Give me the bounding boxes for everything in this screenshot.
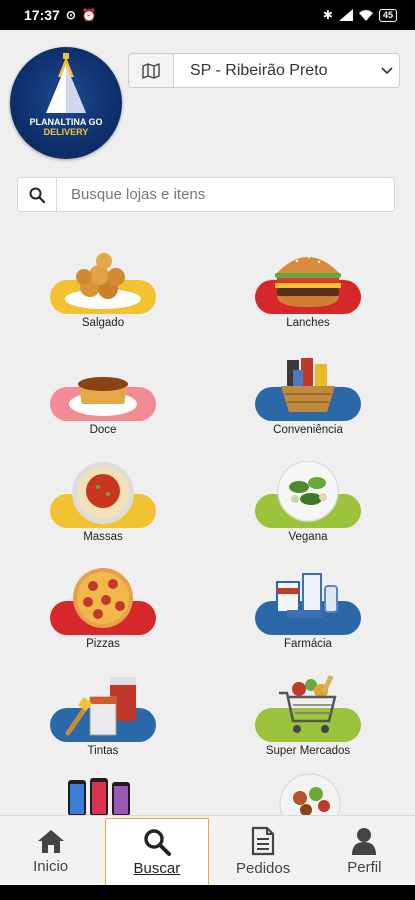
basket-icon	[281, 358, 335, 412]
category-label: Farmácia	[284, 638, 332, 650]
category-label: Vegana	[288, 531, 328, 543]
category-label: Massas	[83, 531, 123, 543]
tab-inicio[interactable]: Inicio	[0, 816, 101, 886]
city-select[interactable]: SP - Ribeirão Preto	[128, 53, 400, 88]
battery-icon: 45	[378, 8, 397, 22]
salad-icon	[277, 461, 339, 522]
category-label: Salgado	[81, 317, 125, 329]
map-icon	[129, 54, 174, 87]
pharmacy-icon	[276, 573, 338, 618]
user-icon	[352, 827, 377, 855]
system-nav-bar	[0, 885, 415, 900]
phones-icon	[68, 778, 130, 816]
tab-label: Inicio	[33, 857, 69, 875]
category-label: Super Mercados	[265, 745, 351, 757]
pudding-icon	[69, 377, 137, 416]
home-icon	[37, 829, 64, 853]
bluetooth-icon: ✱	[322, 8, 333, 22]
status-bar: 17:37 ⊙ ⏰ ✱ 45	[0, 0, 415, 30]
category-label: Tintas	[87, 745, 119, 757]
category-label: Doce	[89, 424, 117, 436]
search-bar[interactable]	[17, 177, 395, 212]
pasta-icon	[72, 462, 134, 524]
city-select-value: SP - Ribeirão Preto	[190, 61, 328, 79]
search-icon	[144, 828, 171, 856]
tab-label: Buscar	[133, 859, 181, 877]
document-icon	[252, 826, 275, 855]
category-salgado[interactable]: Salgado	[50, 247, 160, 343]
pizza-icon	[73, 568, 133, 628]
logo-monument-icon	[46, 53, 86, 113]
food-plate-icon	[279, 773, 341, 816]
logo-subtitle: DELIVERY	[43, 127, 89, 137]
category-label: Conveniência	[273, 424, 343, 436]
category-massas[interactable]: Massas	[50, 461, 160, 557]
tab-buscar[interactable]: Buscar	[105, 818, 209, 886]
tab-perfil[interactable]: Perfil	[314, 816, 415, 886]
paint-icon	[65, 677, 136, 736]
category-doce[interactable]: Doce	[50, 354, 160, 450]
category-farmacia[interactable]: Farmácia	[255, 568, 365, 664]
chevron-down-icon	[375, 66, 399, 75]
search-icon	[18, 178, 57, 211]
bottom-nav: Inicio Buscar Pedidos Perfil	[0, 815, 415, 886]
cart-icon	[279, 675, 337, 733]
logo-title: PLANALTINA GO	[29, 117, 103, 127]
search-input[interactable]	[57, 185, 394, 204]
tab-label: Pedidos	[236, 859, 291, 877]
status-time: 17:37	[24, 7, 60, 23]
category-super-mercados[interactable]: Super Mercados	[255, 675, 365, 771]
category-conveniencia[interactable]: Conveniência	[255, 354, 365, 450]
burger-icon	[275, 255, 341, 307]
category-lanches[interactable]: Lanches	[255, 247, 365, 343]
app-logo: PLANALTINA GO DELIVERY	[10, 47, 122, 159]
salgado-icon	[65, 253, 141, 309]
alarm-icon: ⏰	[81, 8, 97, 22]
category-pizzas[interactable]: Pizzas	[50, 568, 160, 664]
notification-icon: ⊙	[65, 8, 76, 22]
category-vegana[interactable]: Vegana	[255, 461, 365, 557]
category-tintas[interactable]: Tintas	[50, 675, 160, 771]
app-screen: 17:37 ⊙ ⏰ ✱ 45 PLANALTINA GO DELIVERY SP…	[0, 0, 415, 900]
category-label: Lanches	[286, 317, 330, 329]
wifi-icon	[358, 10, 373, 21]
tab-pedidos[interactable]: Pedidos	[213, 816, 314, 886]
signal-icon	[338, 9, 353, 21]
tab-label: Perfil	[347, 858, 382, 876]
category-label: Pizzas	[86, 638, 120, 650]
